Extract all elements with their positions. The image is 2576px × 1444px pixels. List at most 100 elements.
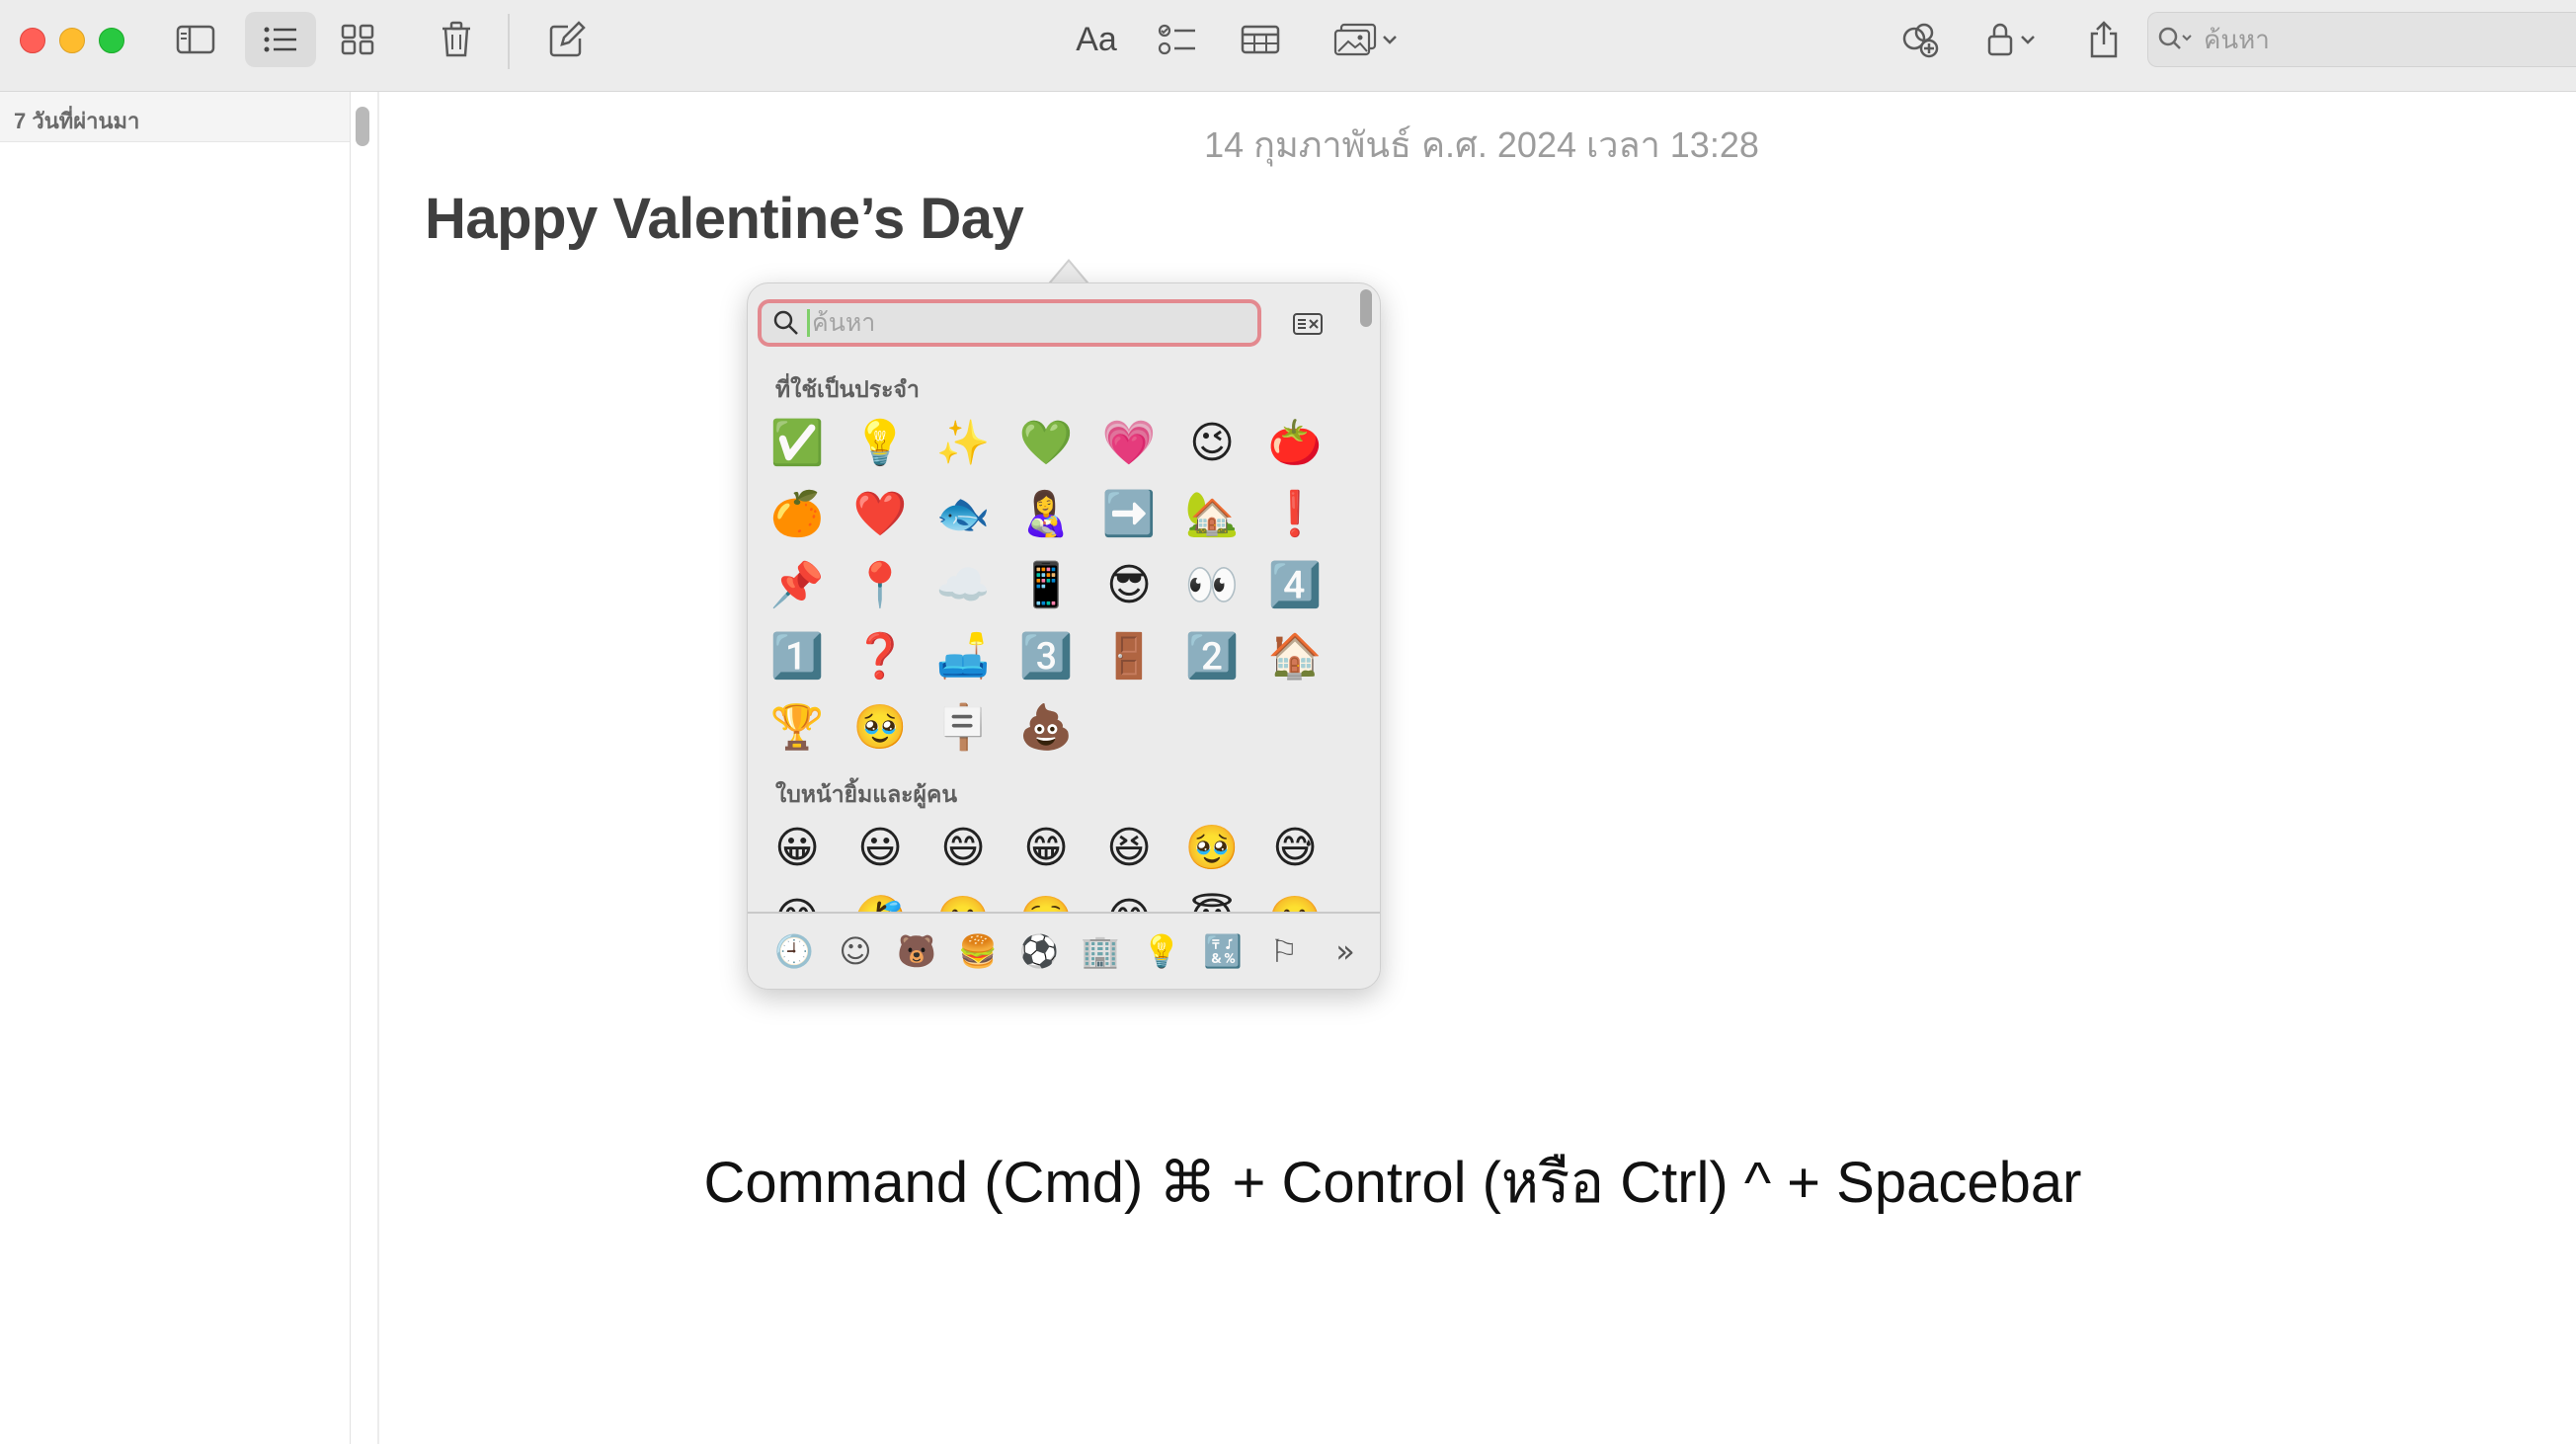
emoji-button[interactable]: ✅	[767, 408, 827, 479]
share-icon[interactable]	[2078, 12, 2130, 67]
emoji-button[interactable]: 💩	[1016, 692, 1076, 763]
emoji-button[interactable]: 😇	[1182, 884, 1242, 912]
checklist-icon[interactable]	[1152, 12, 1203, 67]
emoji-button[interactable]: 💚	[1016, 408, 1076, 479]
emoji-button[interactable]: 🏡	[1182, 479, 1242, 550]
emoji-button[interactable]: ❤️	[850, 479, 910, 550]
emoji-button[interactable]: 😃	[850, 813, 910, 884]
emoji-button[interactable]: 🥹	[850, 692, 910, 763]
emoji-category-bar: 🕘 ☺ 🐻 🍔 ⚽ 🏢 💡 🔣 ⚐»	[748, 912, 1380, 989]
compose-note-icon[interactable]	[541, 12, 593, 67]
emoji-search-input[interactable]: ค้นหา	[758, 299, 1261, 347]
emoji-button[interactable]: ☺️	[1016, 884, 1076, 912]
emoji-button[interactable]: 💡	[850, 408, 910, 479]
shortcut-caption: Command (Cmd) ⌘ + Control (หรือ Ctrl) ^ …	[703, 1151, 2082, 1215]
emoji-button[interactable]: ❓	[850, 621, 910, 692]
zoom-window-button[interactable]	[99, 28, 124, 53]
search-placeholder: ค้นหา	[2204, 24, 2270, 54]
emoji-button[interactable]: 🏠	[1265, 621, 1325, 692]
emoji-button[interactable]: 👩‍🍼	[1016, 479, 1076, 550]
toolbar-separator	[508, 14, 510, 69]
photo-icon	[1333, 23, 1377, 56]
emoji-button[interactable]: 📌	[767, 550, 827, 621]
emoji-button[interactable]: 3️⃣	[1016, 621, 1076, 692]
lock-icon	[1987, 23, 2013, 56]
category-objects-icon[interactable]: 💡	[1131, 932, 1192, 970]
smileys-people-label: ใบหน้ายิ้มและผู้คน	[775, 781, 958, 807]
gallery-view-icon[interactable]	[332, 12, 383, 67]
emoji-button[interactable]: 🏆	[767, 692, 827, 763]
note-title[interactable]: Happy Valentine’s Day	[425, 186, 1024, 252]
section-header-label: 7 วันที่ผ่านมา	[14, 109, 140, 133]
collaborate-icon[interactable]	[1892, 12, 1948, 67]
format-text-button[interactable]: Aa	[1067, 12, 1126, 67]
emoji-button[interactable]: 🤣	[850, 884, 910, 912]
table-icon[interactable]	[1235, 12, 1286, 67]
emoji-button[interactable]: ➡️	[1099, 479, 1159, 550]
category-activity-icon[interactable]: ⚽	[1008, 932, 1070, 970]
text-caret	[807, 309, 810, 337]
emoji-button[interactable]: ✨	[933, 408, 993, 479]
emoji-button[interactable]: 😎	[1099, 550, 1159, 621]
emoji-button[interactable]: 🥹	[1182, 813, 1242, 884]
emoji-button[interactable]: 🪧	[933, 692, 993, 763]
emoji-button[interactable]: 😅	[1265, 813, 1325, 884]
notes-list-sidebar: 7 วันที่ผ่านมา	[0, 92, 351, 1444]
emoji-button[interactable]: 😁	[1016, 813, 1076, 884]
pane-divider[interactable]	[377, 92, 379, 1444]
chevron-down-icon	[2021, 36, 2035, 44]
emoji-button[interactable]: 👀	[1182, 550, 1242, 621]
emoji-button[interactable]: ☁️	[933, 550, 993, 621]
emoji-button[interactable]: 🍊	[767, 479, 827, 550]
sidebar-scrollbar[interactable]	[356, 107, 369, 146]
category-symbols-icon[interactable]: 🔣	[1192, 932, 1253, 970]
emoji-button[interactable]: 📍	[850, 550, 910, 621]
emoji-button[interactable]: 🍅	[1265, 408, 1325, 479]
emoji-button[interactable]: ❗	[1265, 479, 1325, 550]
sidebar-toggle-icon[interactable]	[170, 12, 221, 67]
emoji-button[interactable]: 💗	[1099, 408, 1159, 479]
emoji-button[interactable]: 😂	[767, 884, 827, 912]
list-view-icon[interactable]	[245, 12, 316, 67]
chevron-down-icon	[1383, 36, 1397, 44]
category-animals-icon[interactable]: 🐻	[886, 932, 947, 970]
category-travel-icon[interactable]: 🏢	[1070, 932, 1131, 970]
emoji-button[interactable]: 😄	[933, 813, 993, 884]
close-window-button[interactable]	[20, 28, 45, 53]
emoji-button[interactable]: 😊	[1099, 884, 1159, 912]
category-food-icon[interactable]: 🍔	[947, 932, 1008, 970]
emoji-button[interactable]: 😉	[1182, 408, 1242, 479]
category-recent-icon[interactable]: 🕘	[764, 932, 825, 970]
search-icon	[2158, 27, 2192, 49]
category-smileys-icon[interactable]: ☺	[825, 932, 886, 970]
emoji-picker: ค้นหา ที่ใช้เป็นประจำ ✅ 💡 ✨ 💚 💗 😉 🍅 🍊 ❤️ 🐟 👩‍🍼 ➡️ 🏡 ❗…	[747, 282, 1381, 990]
emoji-button[interactable]: 😀	[767, 813, 827, 884]
minimize-window-button[interactable]	[59, 28, 85, 53]
emoji-button[interactable]: 4️⃣	[1265, 550, 1325, 621]
emoji-button[interactable]: 🚪	[1099, 621, 1159, 692]
category-more-icon[interactable]: »	[1315, 932, 1376, 970]
emoji-button[interactable]: 😆	[1099, 813, 1159, 884]
emoji-button[interactable]: 🐟	[933, 479, 993, 550]
emoji-search-placeholder: ค้นหา	[812, 309, 876, 337]
search-input[interactable]: ค้นหา	[2147, 12, 2576, 67]
trash-icon[interactable]	[431, 12, 482, 67]
emoji-button[interactable]: 📱	[1016, 550, 1076, 621]
emoji-button[interactable]: 1️⃣	[767, 621, 827, 692]
emoji-button[interactable]: 🙂	[1265, 884, 1325, 912]
frequently-used-grid: ✅ 💡 ✨ 💚 💗 😉 🍅 🍊 ❤️ 🐟 👩‍🍼 ➡️ 🏡 ❗ 📌 📍 ☁️ 📱 😎 👀 4️⃣ 1️⃣ ❓ 🛋️ 3️⃣ 🚪 2️…	[767, 408, 1348, 763]
note-date: 14 กุมภาพันธ์ ค.ศ. 2024 เวลา 13:28	[1204, 124, 1759, 165]
emoji-scrollbar[interactable]	[1360, 289, 1372, 327]
smileys-partial-row: 😂 🤣 🥲 ☺️ 😊 😇 🙂	[748, 884, 1380, 912]
emoji-button[interactable]: 🥲	[933, 884, 993, 912]
search-icon	[773, 310, 798, 335]
emoji-button[interactable]: 2️⃣	[1182, 621, 1242, 692]
smileys-people-grid: 😀 😃 😄 😁 😆 🥹 😅	[767, 813, 1348, 884]
smileys-partial-grid: 😂 🤣 🥲 ☺️ 😊 😇 🙂	[767, 884, 1348, 912]
media-menu-button[interactable]	[1322, 12, 1410, 67]
character-viewer-icon[interactable]	[1293, 313, 1323, 340]
section-header: 7 วันที่ผ่านมา	[0, 92, 350, 142]
lock-menu-button[interactable]	[1975, 12, 2047, 67]
category-flags-icon[interactable]: ⚐	[1253, 932, 1315, 970]
emoji-button[interactable]: 🛋️	[933, 621, 993, 692]
